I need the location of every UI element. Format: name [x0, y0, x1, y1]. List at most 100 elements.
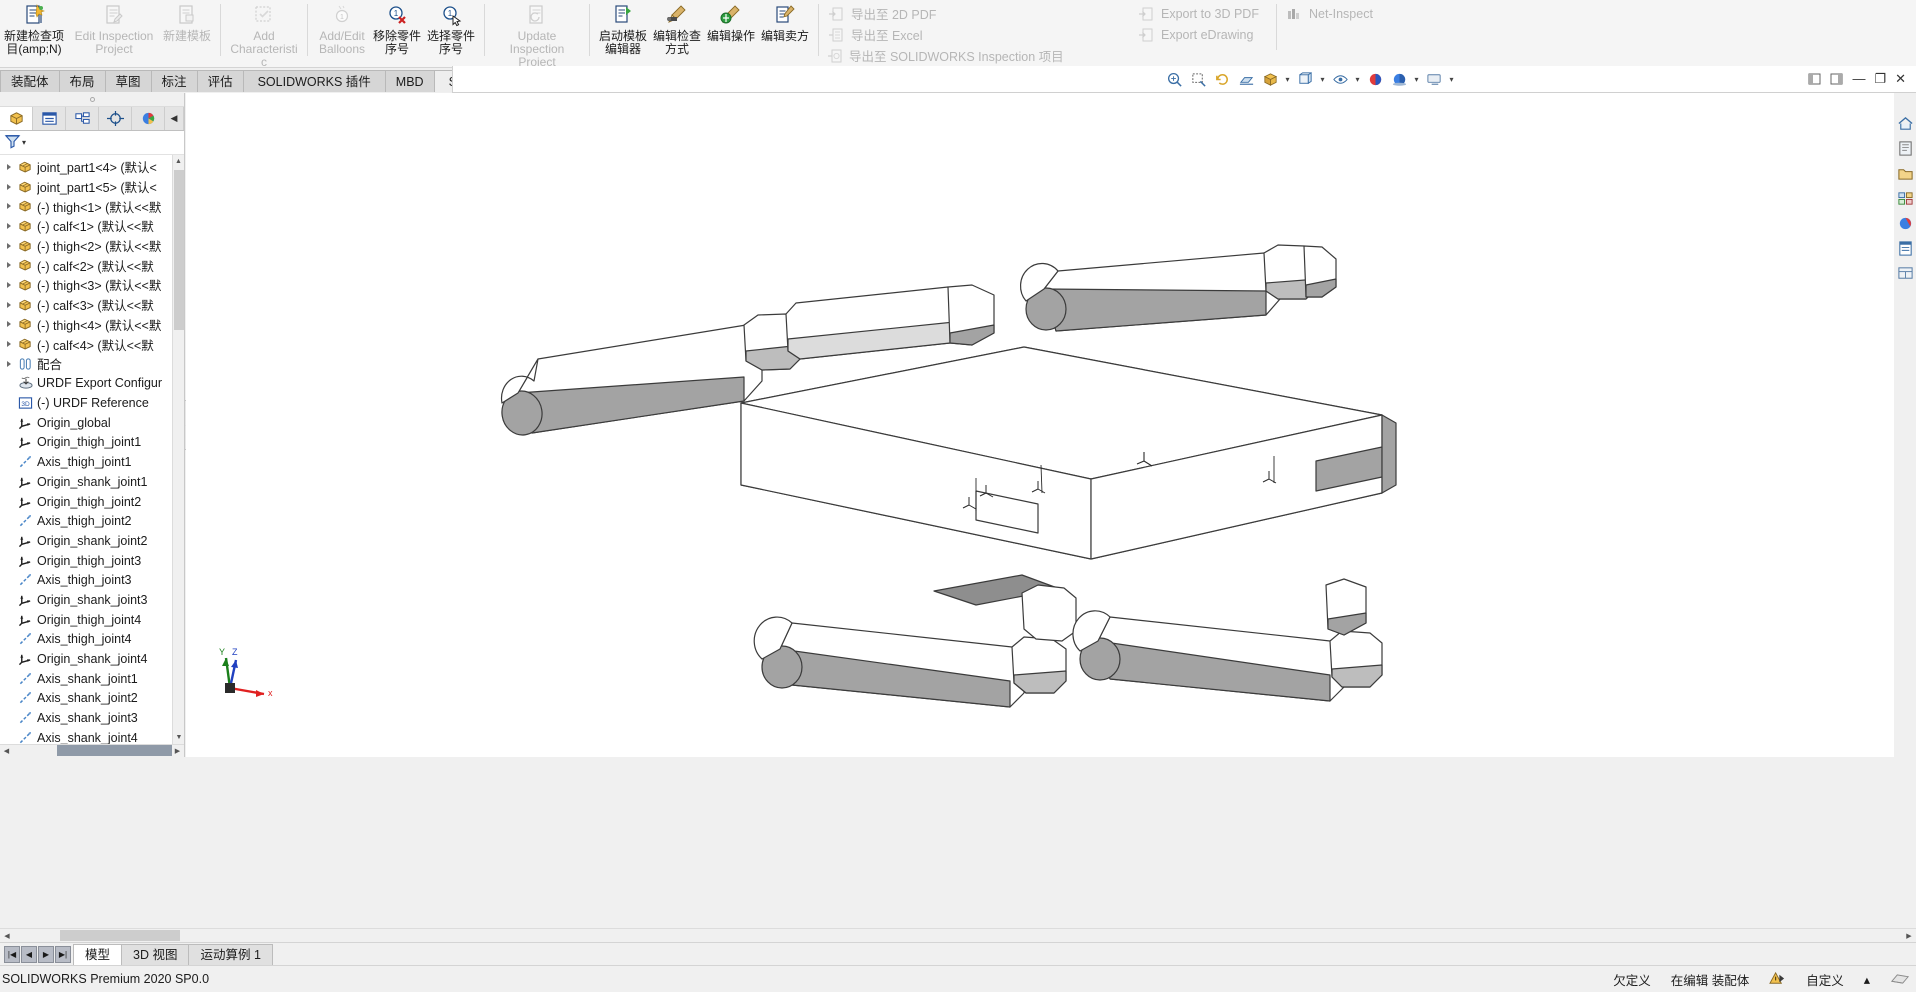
tree-item-origin-thigh-joint1[interactable]: Origin_thigh_joint1 — [0, 433, 184, 453]
next-tab-button[interactable]: ▶ — [38, 945, 54, 963]
launch-template-editor-button[interactable]: 启动模板编辑器 — [596, 0, 650, 56]
tree-item-calf-2[interactable]: (-) calf<2> (默认<<默 — [0, 255, 184, 275]
chevron-down-icon[interactable]: ▾ — [1412, 68, 1421, 90]
tree-item-mates[interactable]: 配合 — [0, 354, 184, 374]
view-settings-icon[interactable] — [1423, 68, 1445, 90]
tab-sw-addins[interactable]: SOLIDWORKS 插件 — [242, 70, 386, 92]
tree-item-axis-thigh-joint1[interactable]: Axis_thigh_joint1 — [0, 452, 184, 472]
add-characteristic-button[interactable]: Add Characteristic — [227, 0, 301, 69]
tab-evaluate[interactable]: 评估 — [196, 70, 244, 92]
graphics-viewport[interactable]: x Y Z — [186, 93, 1894, 757]
filter-icon[interactable] — [4, 133, 21, 152]
last-tab-button[interactable]: ▶| — [55, 945, 71, 963]
appearances-icon[interactable] — [1895, 138, 1915, 158]
hscroll-thumb[interactable] — [57, 745, 172, 756]
view-orientation-icon[interactable] — [1259, 68, 1281, 90]
add-edit-balloons-button[interactable]: 1 Add/Edit Balloons — [314, 0, 370, 56]
tab-sketch[interactable]: 草图 — [104, 70, 152, 92]
configuration-manager-tab[interactable] — [66, 107, 99, 130]
status-customize[interactable]: 自定义 — [1806, 970, 1844, 989]
doc-tab-motion-study[interactable]: 运动算例 1 — [188, 944, 273, 965]
panel-tabs-more[interactable]: ◀ — [165, 107, 184, 130]
tree-item-calf-1[interactable]: (-) calf<1> (默认<<默 — [0, 216, 184, 236]
expand-arrow-icon[interactable] — [2, 222, 16, 229]
tree-item-thigh-1[interactable]: (-) thigh<1> (默认<<默 — [0, 196, 184, 216]
remove-balloon-button[interactable]: 1 移除零件序号 — [370, 0, 424, 56]
tree-item-axis-shank-joint1[interactable]: Axis_shank_joint1 — [0, 669, 184, 689]
new-template-button[interactable]: 新建模板 — [160, 0, 214, 43]
zoom-fit-icon[interactable] — [1163, 68, 1185, 90]
prev-tab-button[interactable]: ◀ — [21, 945, 37, 963]
tab-layout[interactable]: 布局 — [58, 70, 106, 92]
hscroll-track[interactable] — [13, 745, 172, 757]
expand-panel-icon[interactable] — [1830, 73, 1843, 86]
chevron-down-icon[interactable]: ▾ — [1353, 68, 1362, 90]
scroll-up-button[interactable]: ▲ — [173, 155, 184, 168]
export-excel-item[interactable]: 导出至 Excel — [825, 24, 1040, 45]
hide-show-icon[interactable] — [1329, 68, 1351, 90]
tree-item-calf-3[interactable]: (-) calf<3> (默认<<默 — [0, 295, 184, 315]
edit-inspection-project-button[interactable]: Edit Inspection Project — [68, 0, 160, 56]
scroll-left-button[interactable]: ◀ — [0, 929, 14, 942]
tree-item-thigh-3[interactable]: (-) thigh<3> (默认<<默 — [0, 275, 184, 295]
expand-arrow-icon[interactable] — [2, 203, 16, 210]
doc-tab-model[interactable]: 模型 — [73, 944, 123, 965]
export-sw-inspection-item[interactable]: 导出至 SOLIDWORKS Inspection 项目 — [825, 45, 1064, 66]
tree-item-origin-thigh-joint4[interactable]: Origin_thigh_joint4 — [0, 610, 184, 630]
feature-tree[interactable]: joint_part1<4> (默认< joint_part1<5> (默认< (-… — [0, 155, 184, 757]
tab-assembly[interactable]: 装配体 — [0, 70, 60, 92]
scroll-down-button[interactable]: ▼ — [173, 731, 184, 744]
expand-arrow-icon[interactable] — [2, 321, 16, 328]
status-expand-caret[interactable]: ▴ — [1864, 972, 1870, 987]
new-inspection-item-button[interactable]: 新建检查项目(amp;N) — [0, 0, 68, 56]
status-overlay-icon[interactable] — [1890, 971, 1910, 987]
maximize-button[interactable]: ❐ — [1874, 72, 1886, 85]
edit-vendor-button[interactable]: 编辑卖方 — [758, 0, 812, 43]
chevron-down-icon[interactable]: ▾ — [1447, 68, 1456, 90]
edit-operation-button[interactable]: 编辑操作 — [704, 0, 758, 43]
hscroll-thumb[interactable] — [60, 930, 180, 941]
rebuild-warning-icon[interactable] — [1769, 971, 1786, 987]
chevron-down-icon[interactable]: ▾ — [22, 138, 26, 147]
scene-icon[interactable] — [1388, 68, 1410, 90]
tree-vertical-scrollbar[interactable]: ▲ ▼ — [172, 155, 184, 757]
scroll-left-button[interactable]: ◀ — [0, 745, 13, 757]
custom-properties-icon[interactable] — [1895, 238, 1915, 258]
restore-panel-icon[interactable] — [1808, 73, 1821, 86]
tree-item-axis-thigh-joint3[interactable]: Axis_thigh_joint3 — [0, 570, 184, 590]
tree-item-thigh-4[interactable]: (-) thigh<4> (默认<<默 — [0, 315, 184, 335]
minimize-button[interactable]: — — [1852, 72, 1865, 85]
tab-annotation[interactable]: 标注 — [150, 70, 198, 92]
expand-arrow-icon[interactable] — [2, 163, 16, 170]
close-button[interactable]: ✕ — [1895, 72, 1906, 85]
edit-inspection-method-button[interactable]: 编辑检查方式 — [650, 0, 704, 56]
previous-view-icon[interactable] — [1211, 68, 1233, 90]
file-explorer-icon[interactable] — [1895, 163, 1915, 183]
property-manager-tab[interactable] — [33, 107, 66, 130]
first-tab-button[interactable]: |◀ — [4, 945, 20, 963]
view-palette-icon[interactable] — [1895, 188, 1915, 208]
tree-item-thigh-2[interactable]: (-) thigh<2> (默认<<默 — [0, 236, 184, 256]
expand-arrow-icon[interactable] — [2, 281, 16, 288]
tree-item-urdf-reference[interactable]: 3D (-) URDF Reference — [0, 393, 184, 413]
export-edrawing-item[interactable]: Export eDrawing — [1135, 24, 1270, 45]
chevron-down-icon[interactable]: ▾ — [1318, 68, 1327, 90]
tree-item-origin-shank-joint2[interactable]: Origin_shank_joint2 — [0, 531, 184, 551]
appearance-icon[interactable] — [1364, 68, 1386, 90]
scroll-right-button[interactable]: ▶ — [171, 745, 184, 757]
tree-item-axis-thigh-joint4[interactable]: Axis_thigh_joint4 — [0, 630, 184, 650]
tree-item-origin-shank-joint4[interactable]: Origin_shank_joint4 — [0, 649, 184, 669]
dimxpert-manager-tab[interactable] — [99, 107, 132, 130]
tree-item-axis-shank-joint3[interactable]: Axis_shank_joint3 — [0, 708, 184, 728]
expand-arrow-icon[interactable] — [2, 242, 16, 249]
appearances-scenes-icon[interactable] — [1895, 213, 1915, 233]
scroll-right-button[interactable]: ▶ — [1902, 929, 1916, 942]
home-icon[interactable] — [1895, 113, 1915, 133]
tab-mbd[interactable]: MBD — [384, 70, 435, 92]
tree-item-axis-shank-joint2[interactable]: Axis_shank_joint2 — [0, 689, 184, 709]
graphics-horizontal-scrollbar[interactable]: ◀ ▶ — [0, 928, 1916, 942]
tree-item-joint_part1-5[interactable]: joint_part1<5> (默认< — [0, 177, 184, 197]
section-view-icon[interactable] — [1235, 68, 1257, 90]
chevron-down-icon[interactable]: ▾ — [1283, 68, 1292, 90]
tree-item-origin-shank-joint1[interactable]: Origin_shank_joint1 — [0, 472, 184, 492]
